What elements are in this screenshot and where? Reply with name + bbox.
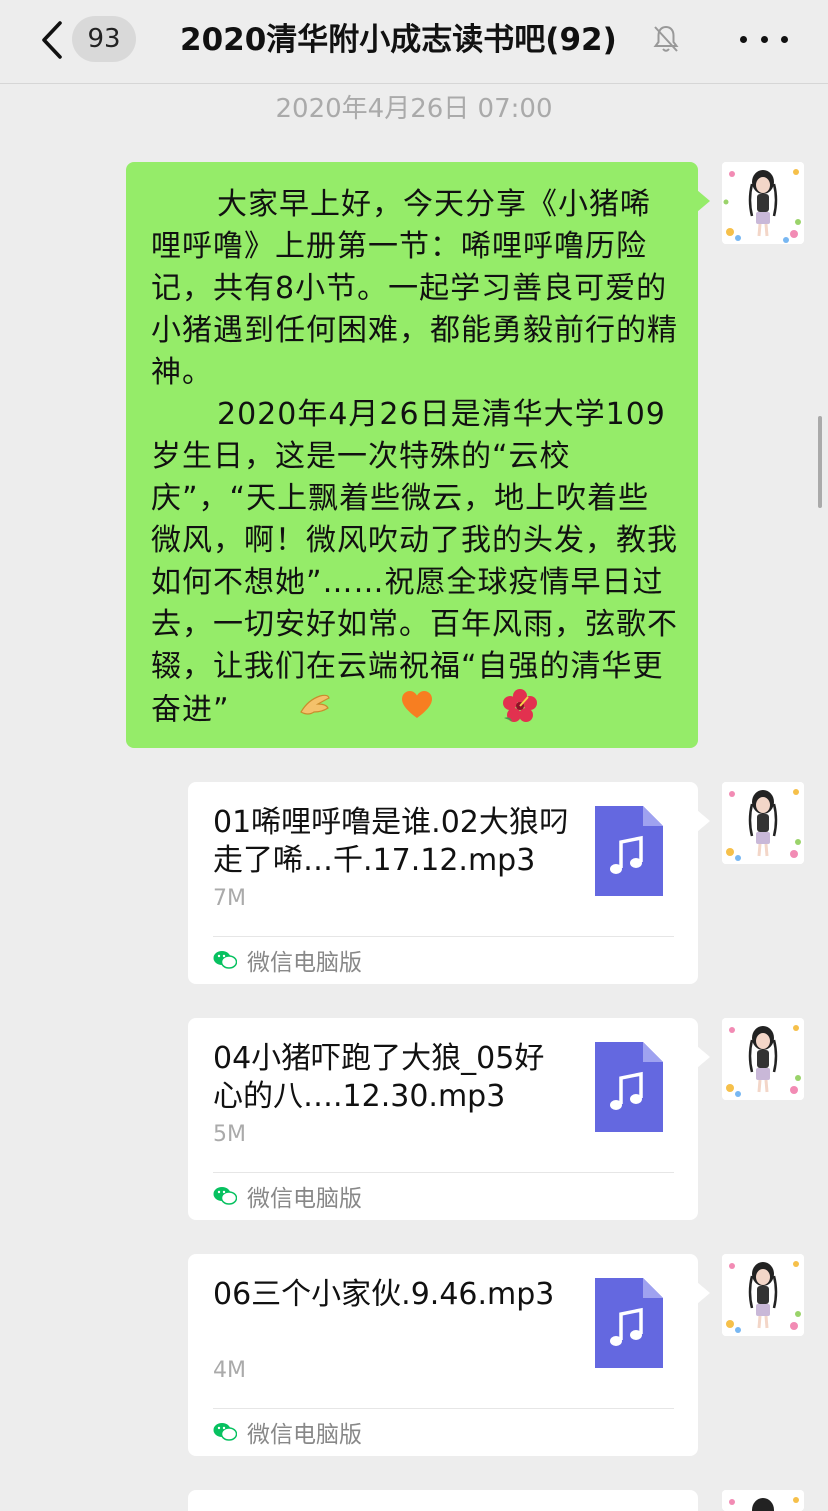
sender-avatar[interactable] — [722, 1018, 804, 1100]
sender-avatar-partial[interactable] — [722, 1490, 804, 1511]
pinching-hand-emoji — [232, 690, 332, 732]
source-label: 微信电脑版 — [247, 950, 362, 976]
file-message-card[interactable]: 01唏哩呼噜是谁.02大狼叼走了唏…千.17.12.mp3 7M 微信电脑版 — [188, 782, 710, 984]
card-divider — [213, 1172, 674, 1173]
wechat-icon — [213, 951, 237, 969]
source-row: 微信电脑版 — [213, 1414, 362, 1450]
music-file-icon — [595, 1042, 663, 1132]
music-file-icon — [595, 806, 663, 896]
file-message-card-partial[interactable] — [188, 1490, 698, 1511]
message-paragraph-1: 大家早上好，今天分享《小猪唏哩呼噜》上册第一节：唏哩呼噜历险记，共有8小节。一起… — [151, 187, 678, 390]
more-options-button[interactable] — [740, 24, 788, 54]
file-size: 4M — [213, 1358, 246, 1383]
avatar-image — [722, 162, 804, 244]
source-label: 微信电脑版 — [247, 1422, 362, 1448]
chevron-left-icon — [42, 21, 62, 59]
source-row: 微信电脑版 — [213, 1178, 362, 1214]
message-paragraph-2: 2020年4月26日是清华大学109岁生日，这是一次特殊的“云校庆”，“天上飘着… — [151, 394, 680, 734]
card-divider — [213, 936, 674, 937]
music-file-icon — [595, 1278, 663, 1368]
avatar-image — [722, 1254, 804, 1336]
chat-title: 2020清华附小成志读书吧(92) — [180, 22, 617, 58]
text-message-bubble[interactable]: 大家早上好，今天分享《小猪唏哩呼噜》上册第一节：唏哩呼噜历险记，共有8小节。一起… — [126, 162, 710, 748]
avatar-image — [722, 1490, 804, 1511]
file-message-card[interactable]: 06三个小家伙.9.46.mp3 4M 微信电脑版 — [188, 1254, 710, 1456]
source-row: 微信电脑版 — [213, 942, 362, 978]
file-size: 5M — [213, 1122, 246, 1147]
hibiscus-emoji — [436, 688, 538, 734]
card-divider — [213, 1408, 674, 1409]
sender-avatar[interactable] — [722, 782, 804, 864]
avatar-image — [722, 782, 804, 864]
file-message-card[interactable]: 04小猪吓跑了大狼_05好心的八….12.30.mp3 5M 微信电脑版 — [188, 1018, 710, 1220]
message-paragraph-2-text: 2020年4月26日是清华大学109岁生日，这是一次特殊的“云校庆”，“天上飘着… — [151, 397, 678, 728]
message-timestamp: 2020年4月26日 07:00 — [275, 94, 553, 124]
ellipsis-dot — [760, 35, 768, 43]
chat-header: 93 2020清华附小成志读书吧(92) — [0, 0, 828, 84]
orange-heart-emoji — [334, 690, 434, 732]
file-name: 06三个小家伙.9.46.mp3 — [213, 1277, 555, 1312]
sender-avatar[interactable] — [722, 1254, 804, 1336]
file-size: 7M — [213, 886, 246, 911]
unread-badge[interactable]: 93 — [72, 16, 136, 62]
file-name: 01唏哩呼噜是谁.02大狼叼走了唏…千.17.12.mp3 — [213, 805, 569, 878]
back-button[interactable] — [34, 20, 70, 60]
file-name: 04小猪吓跑了大狼_05好心的八….12.30.mp3 — [213, 1041, 545, 1114]
wechat-icon — [213, 1423, 237, 1441]
wechat-icon — [213, 1187, 237, 1205]
ellipsis-dot — [740, 35, 747, 43]
source-label: 微信电脑版 — [247, 1186, 362, 1212]
avatar-image — [722, 1018, 804, 1100]
bell-muted-icon — [653, 25, 679, 52]
sender-avatar[interactable] — [722, 162, 804, 244]
ellipsis-dot — [781, 35, 788, 43]
scrollbar-thumb[interactable] — [818, 416, 822, 508]
